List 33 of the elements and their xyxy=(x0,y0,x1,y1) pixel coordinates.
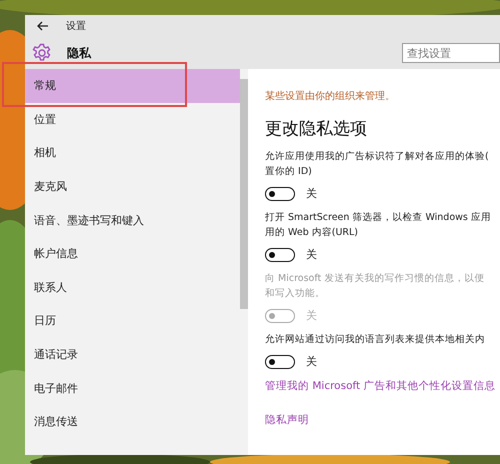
back-icon[interactable] xyxy=(37,21,49,31)
sidebar-item[interactable]: 常规 xyxy=(25,69,240,103)
toggle-switch[interactable] xyxy=(265,354,295,368)
toggle-label: 关 xyxy=(306,308,317,323)
toggle-label: 关 xyxy=(306,354,317,369)
sidebar-item[interactable]: 相机 xyxy=(25,136,240,170)
notice-text: 某些设置由你的组织来管理。 xyxy=(265,90,396,103)
toggle-switch[interactable] xyxy=(265,186,295,200)
sidebar-item[interactable]: 电子邮件 xyxy=(25,371,240,405)
toggle-switch[interactable] xyxy=(265,248,295,262)
setting-description: 允许应用使用我的广告标识符了解对各应用的体验( 置你的 ID) xyxy=(265,150,490,179)
setting-description: 向 Microsoft 发送有关我的写作习惯的信息，以便 和写入功能。 xyxy=(265,272,486,301)
sidebar-item[interactable]: 日历 xyxy=(25,304,240,338)
scrollbar[interactable] xyxy=(240,69,248,455)
scroll-thumb[interactable] xyxy=(240,79,248,309)
sidebar-item[interactable]: 语音、墨迹书写和键入 xyxy=(25,203,240,237)
search-field[interactable]: 查找设置 xyxy=(402,43,500,63)
window-title: 设置 xyxy=(66,20,86,33)
sidebar-item[interactable]: 消息传送 xyxy=(25,404,240,439)
sidebar-item[interactable]: 通话记录 xyxy=(25,338,240,372)
section-heading: 更改隐私选项 xyxy=(265,118,368,140)
sidebar-item[interactable]: 帐户信息 xyxy=(25,236,240,271)
sidebar-item[interactable]: 联系人 xyxy=(25,270,240,304)
sidebar-item[interactable]: 位置 xyxy=(25,102,240,136)
toggle-label: 关 xyxy=(306,247,317,262)
link[interactable]: 管理我的 Microsoft 广告和其他个性化设置信息 xyxy=(265,379,496,393)
page-title: 隐私 xyxy=(67,44,91,62)
setting-description: 允许网站通过访问我的语言列表来提供本地相关内 xyxy=(265,333,486,347)
gear-icon xyxy=(32,43,52,63)
link[interactable]: 隐私声明 xyxy=(265,413,309,427)
setting-description: 打开 SmartScreen 筛选器，以检查 Windows 应用 用的 Web 内容(URL) xyxy=(265,211,492,240)
sidebar-item[interactable]: 麦克风 xyxy=(25,170,240,204)
toggle-label: 关 xyxy=(306,186,317,201)
